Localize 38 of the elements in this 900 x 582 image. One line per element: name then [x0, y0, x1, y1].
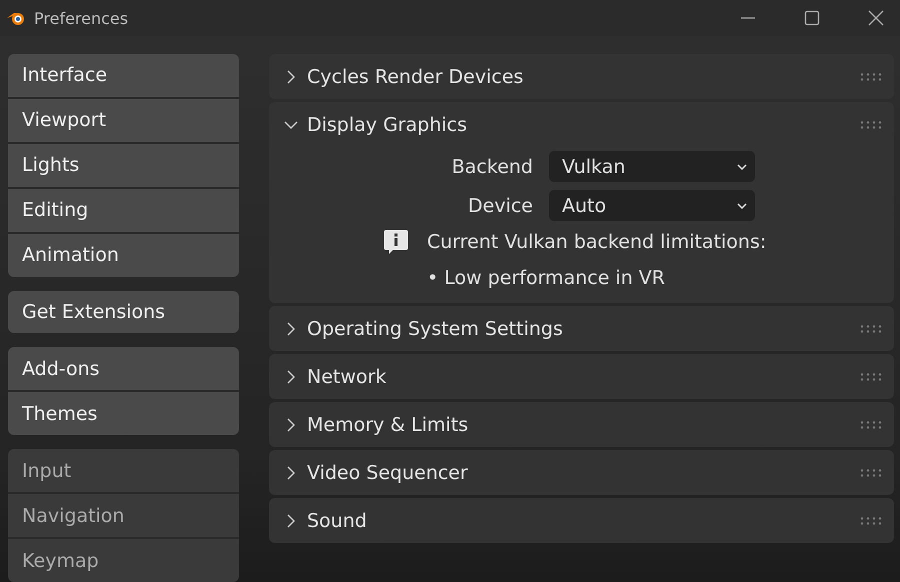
drag-handle-icon[interactable] — [860, 324, 882, 332]
sidebar-item[interactable]: Themes — [8, 392, 239, 436]
drag-handle-icon[interactable] — [860, 372, 882, 380]
drag-handle-icon[interactable] — [860, 72, 882, 80]
sidebar-item[interactable]: Animation — [8, 234, 239, 276]
field-label: Backend — [450, 156, 533, 178]
drag-handle-icon[interactable] — [860, 120, 882, 128]
sidebar-item[interactable]: Input — [8, 449, 239, 492]
sidebar-item[interactable]: Navigation — [8, 494, 239, 538]
close-icon[interactable] — [868, 10, 884, 26]
sidebar-item[interactable]: Keymap — [8, 539, 239, 582]
maximize-icon[interactable] — [804, 10, 820, 26]
drag-handle-icon[interactable] — [860, 420, 882, 428]
panel-title[interactable]: Cycles Render Devices — [307, 66, 524, 88]
sidebar-item[interactable]: Viewport — [8, 98, 239, 142]
panel-title[interactable]: Sound — [307, 510, 367, 532]
info-icon — [383, 229, 409, 255]
bullet-text: • Low performance in VR — [426, 266, 666, 289]
sidebar-item[interactable]: Lights — [8, 144, 239, 187]
window-title: Preferences — [34, 8, 128, 28]
panel-title[interactable]: Memory & Limits — [307, 414, 468, 436]
sidebar-item[interactable]: Add-ons — [8, 347, 239, 390]
panel-title[interactable]: Operating System Settings — [307, 318, 563, 340]
panel-title[interactable]: Video Sequencer — [307, 462, 468, 484]
caret-icon — [737, 202, 747, 208]
field-label: Device — [467, 194, 533, 216]
dropdown[interactable]: Auto — [549, 190, 755, 221]
panel-title[interactable]: Display Graphics — [307, 114, 467, 136]
drag-handle-icon[interactable] — [860, 516, 882, 524]
sidebar-item[interactable]: Get Extensions — [8, 290, 239, 334]
caret-icon — [737, 164, 747, 170]
dropdown[interactable]: Vulkan — [549, 151, 755, 182]
info-message: Current Vulkan backend limitations: — [427, 231, 766, 253]
sidebar-item[interactable]: Interface — [8, 54, 239, 97]
sidebar-item[interactable]: Editing — [8, 188, 239, 232]
app-logo-icon — [6, 10, 26, 26]
panel-title[interactable]: Network — [307, 366, 386, 388]
drag-handle-icon[interactable] — [860, 468, 882, 476]
